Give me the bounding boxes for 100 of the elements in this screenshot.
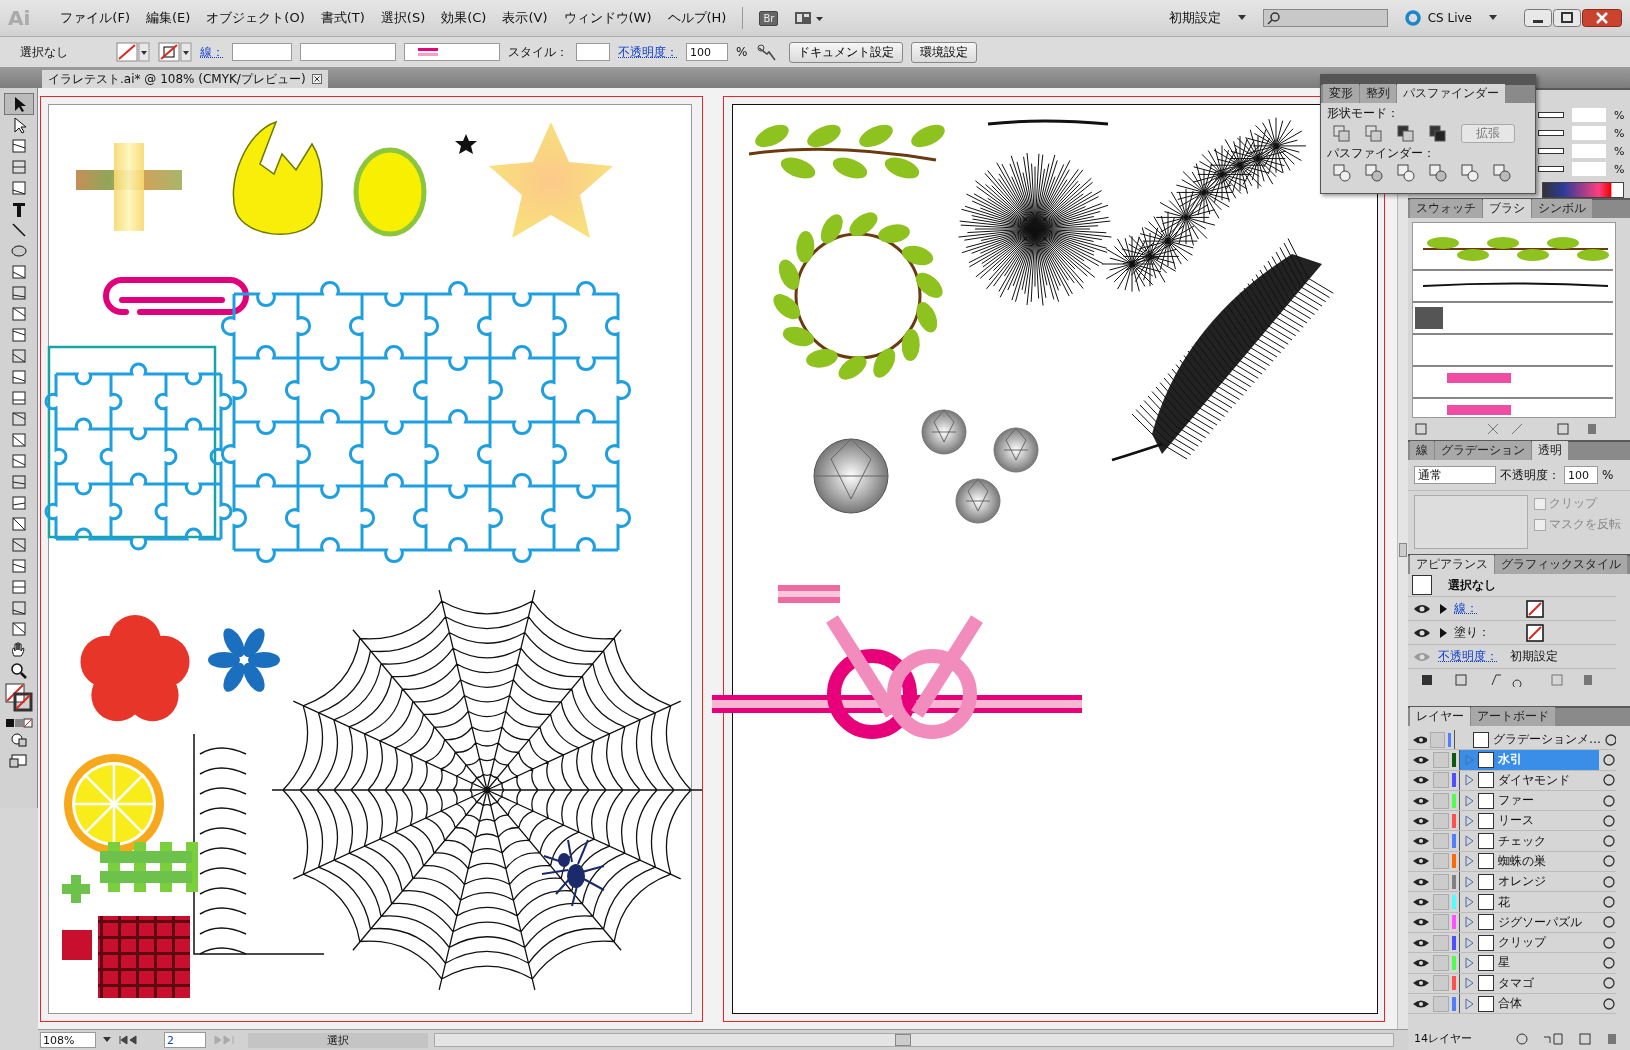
shape-mode-icon[interactable] xyxy=(1397,124,1415,143)
lock-toggle[interactable] xyxy=(1433,914,1449,931)
color-value-field[interactable] xyxy=(1572,144,1606,158)
menu-item[interactable]: 書式(T) xyxy=(320,9,365,27)
none-swatch-icon[interactable] xyxy=(1526,599,1544,618)
target-circle-icon[interactable] xyxy=(1602,955,1616,970)
panel-tab[interactable]: スウォッチ xyxy=(1410,199,1482,218)
stroke-weight-field[interactable] xyxy=(232,43,292,61)
eye-icon[interactable] xyxy=(1412,896,1430,908)
brush-definition-field[interactable] xyxy=(404,43,500,61)
blend-mode-dropdown[interactable]: 通常 xyxy=(1414,466,1496,484)
lock-toggle[interactable] xyxy=(1430,731,1445,748)
panel-tab[interactable]: レイヤー xyxy=(1410,707,1470,726)
panel-tab[interactable]: アピアランス xyxy=(1410,555,1494,574)
checkbox[interactable] xyxy=(1534,518,1546,531)
lock-toggle[interactable] xyxy=(1433,812,1449,829)
menu-item[interactable]: 選択(S) xyxy=(380,9,426,27)
target-circle-icon[interactable] xyxy=(1602,895,1616,909)
panel-tab[interactable]: アートボード xyxy=(1471,707,1555,726)
expand-triangle-icon[interactable] xyxy=(1438,626,1448,639)
panel-tab[interactable]: シンボル xyxy=(1532,199,1592,218)
pathfinder-icon[interactable] xyxy=(1365,164,1383,182)
color-value-field[interactable] xyxy=(1572,162,1606,176)
artboard-field[interactable]: 2 xyxy=(164,1032,206,1048)
lock-toggle[interactable] xyxy=(1433,853,1449,870)
target-circle-icon[interactable] xyxy=(1602,915,1616,930)
appearance-link[interactable]: 線： xyxy=(1454,600,1520,617)
target-circle-icon[interactable] xyxy=(1602,752,1616,767)
search-field[interactable] xyxy=(1262,9,1388,27)
layer-row[interactable]: 合体 xyxy=(1408,993,1616,1015)
opacity-link[interactable]: 不透明度： xyxy=(618,43,678,61)
fill-swatch-icon[interactable] xyxy=(116,42,150,62)
lock-toggle[interactable] xyxy=(1433,954,1449,971)
target-circle-icon[interactable] xyxy=(1602,935,1616,950)
variable-width-field[interactable] xyxy=(300,43,396,61)
layer-row[interactable]: 花 xyxy=(1408,892,1616,913)
target-circle-icon[interactable] xyxy=(1602,773,1616,788)
layer-row[interactable]: ダイヤモンド xyxy=(1408,770,1616,791)
panel-title-bar[interactable] xyxy=(1321,75,1535,85)
menu-item[interactable]: ファイル(F) xyxy=(60,9,130,27)
none-swatch-icon[interactable] xyxy=(1526,623,1544,642)
pathfinder-icon[interactable] xyxy=(1461,164,1479,182)
close-icon[interactable] xyxy=(1582,9,1622,27)
document-tab[interactable]: イラレテスト.ai* @ 108% (CMYK/プレビュー) xyxy=(42,70,328,88)
stroke-swatch-icon[interactable] xyxy=(158,42,192,62)
lock-toggle[interactable] xyxy=(1433,833,1449,850)
layer-row[interactable]: 星 xyxy=(1408,953,1616,974)
cs-live-menu[interactable]: CS Live xyxy=(1427,11,1472,25)
panel-button[interactable]: ドキュメント設定 xyxy=(789,41,904,63)
lock-toggle[interactable] xyxy=(1433,792,1449,809)
panel-tab[interactable]: グラデーション xyxy=(1435,441,1531,460)
layer-row[interactable]: オレンジ xyxy=(1408,872,1616,893)
target-circle-icon[interactable] xyxy=(1602,793,1616,808)
color-spectrum[interactable] xyxy=(1542,182,1624,198)
lock-toggle[interactable] xyxy=(1433,772,1449,789)
menu-item[interactable]: ウィンドウ(W) xyxy=(563,9,652,27)
pathfinder-icon[interactable] xyxy=(1333,164,1351,182)
menu-item[interactable]: 効果(C) xyxy=(441,9,487,27)
layer-row[interactable]: クリップ xyxy=(1408,932,1616,954)
style-field[interactable] xyxy=(576,43,610,61)
layer-row[interactable]: 蜘蛛の巣 xyxy=(1408,851,1616,873)
panel-tab[interactable]: 整列 xyxy=(1360,84,1396,103)
shape-mode-icon[interactable] xyxy=(1429,124,1447,143)
expand-button[interactable]: 拡張 xyxy=(1461,124,1515,143)
lock-toggle[interactable] xyxy=(1433,873,1449,890)
target-circle-icon[interactable] xyxy=(1602,834,1616,849)
bridge-button[interactable]: Br xyxy=(759,10,779,26)
lock-toggle[interactable] xyxy=(1433,751,1449,768)
target-circle-icon[interactable] xyxy=(1602,976,1616,991)
target-circle-icon[interactable] xyxy=(1602,813,1616,828)
lock-toggle[interactable] xyxy=(1433,995,1449,1012)
selection-tool-icon[interactable] xyxy=(4,94,33,114)
pathfinder-icon[interactable] xyxy=(1397,164,1415,182)
layer-row[interactable]: ファー xyxy=(1408,790,1616,812)
target-circle-icon[interactable] xyxy=(1602,996,1616,1011)
target-circle-icon[interactable] xyxy=(1602,874,1616,889)
opacity-field[interactable]: 100 xyxy=(1564,466,1598,484)
panel-tab[interactable]: ブラシ xyxy=(1483,199,1531,218)
panel-tab[interactable]: 変形 xyxy=(1323,84,1359,103)
color-mode-icon[interactable] xyxy=(3,717,34,729)
pathfinder-icon[interactable] xyxy=(1493,164,1511,182)
panel-tab[interactable]: グラフィックスタイル xyxy=(1495,555,1627,574)
lock-toggle[interactable] xyxy=(1433,934,1449,951)
color-value-field[interactable] xyxy=(1572,126,1606,140)
status-text[interactable]: 選択 xyxy=(248,1032,428,1048)
color-value-field[interactable] xyxy=(1572,108,1606,122)
menu-item[interactable]: ヘルプ(H) xyxy=(667,9,727,27)
panel-button[interactable]: 環境設定 xyxy=(911,41,978,63)
lock-toggle[interactable] xyxy=(1433,975,1449,992)
expand-triangle-icon[interactable] xyxy=(1438,602,1448,615)
stroke-link[interactable]: 線： xyxy=(200,43,224,61)
menu-item[interactable]: オブジェクト(O) xyxy=(206,9,305,27)
menu-item[interactable]: 編集(E) xyxy=(145,9,191,27)
close-icon[interactable] xyxy=(311,74,322,84)
menu-item[interactable]: 表示(V) xyxy=(502,9,548,27)
appearance-link[interactable]: 不透明度： xyxy=(1438,648,1504,665)
panel-tab[interactable]: 線 xyxy=(1410,441,1434,460)
target-circle-icon[interactable] xyxy=(1602,854,1616,869)
pathfinder-icon[interactable] xyxy=(1429,164,1447,182)
workspace-switcher[interactable]: 初期設定 xyxy=(1168,9,1221,27)
